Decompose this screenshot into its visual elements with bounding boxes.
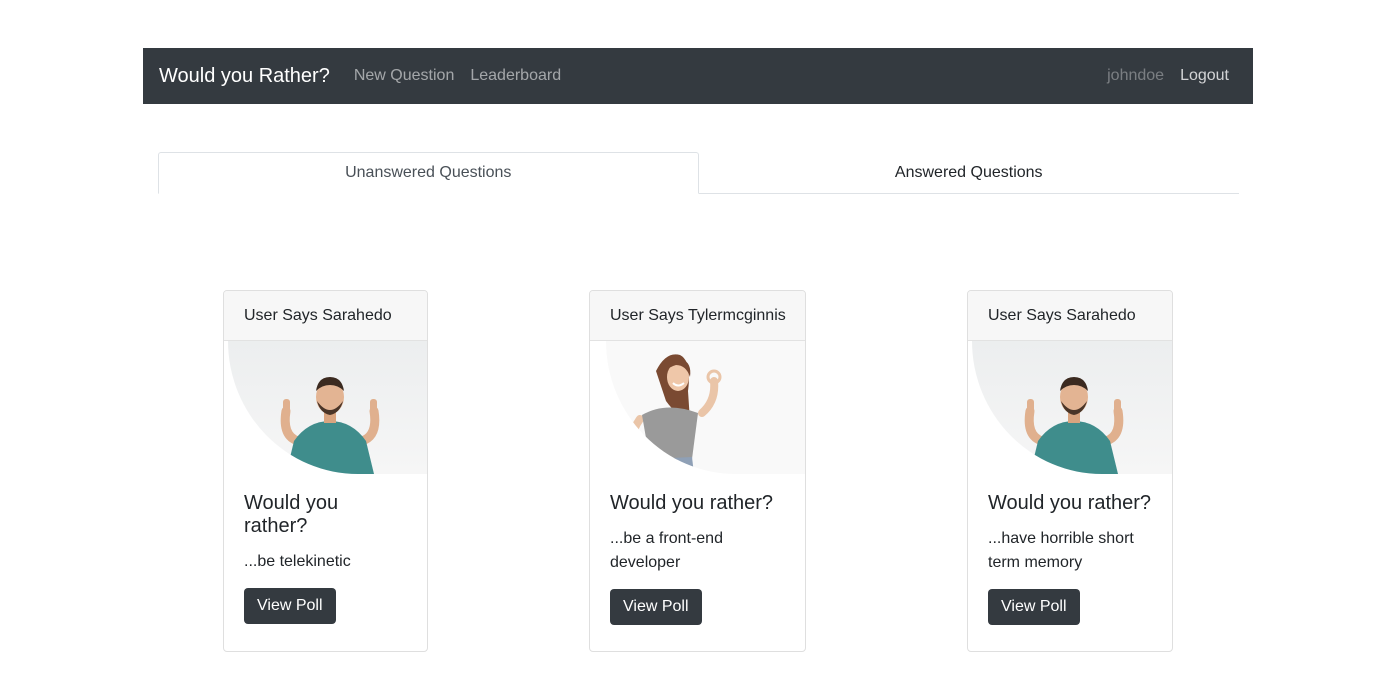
avatar: [606, 341, 805, 474]
view-poll-button[interactable]: View Poll: [610, 589, 702, 625]
question-card: User Says Tylermcginnis Would you rather…: [589, 290, 806, 652]
question-option-text: ...have horrible short term memory: [988, 530, 1134, 571]
nav-new-question[interactable]: New Question: [354, 67, 455, 85]
card-header: User Says Sarahedo: [224, 291, 427, 341]
tab-unanswered[interactable]: Unanswered Questions: [158, 152, 699, 194]
card-header: User Says Tylermcginnis: [590, 291, 805, 341]
man-avatar-icon: [280, 377, 380, 474]
card-title: Would you rather?: [988, 492, 1152, 514]
logout-link[interactable]: Logout: [1180, 67, 1229, 85]
nav-right: johndoe Logout: [1107, 67, 1237, 85]
question-card: User Says Sarahedo Would you rather? ...…: [967, 290, 1173, 652]
username-label: johndoe: [1107, 67, 1165, 84]
question-tabs: Unanswered Questions Answered Questions: [158, 152, 1239, 194]
card-title: Would you rather?: [610, 492, 774, 514]
view-poll-button[interactable]: View Poll: [244, 588, 336, 624]
card-header: User Says Sarahedo: [968, 291, 1172, 341]
nav-leaderboard[interactable]: Leaderboard: [470, 67, 561, 85]
tab-answered[interactable]: Answered Questions: [699, 152, 1240, 194]
question-card: User Says Sarahedo Would you rather? ...…: [223, 290, 428, 652]
brand-link[interactable]: Would you Rather?: [159, 65, 330, 88]
navbar: Would you Rather? New Question Leaderboa…: [143, 48, 1253, 104]
avatar: [228, 341, 427, 474]
card-body: Would you rather? ...be telekinetic View…: [224, 474, 427, 624]
question-option-text: ...be telekinetic: [244, 553, 351, 570]
question-option-text: ...be a front-end developer: [610, 530, 723, 571]
view-poll-button[interactable]: View Poll: [988, 589, 1080, 625]
card-body: Would you rather? ...be a front-end deve…: [590, 474, 805, 625]
card-title: Would you rather?: [244, 492, 339, 537]
woman-avatar-icon: [629, 354, 722, 474]
man-avatar-icon: [1024, 377, 1124, 474]
card-body: Would you rather? ...have horrible short…: [968, 474, 1172, 625]
avatar: [972, 341, 1172, 474]
